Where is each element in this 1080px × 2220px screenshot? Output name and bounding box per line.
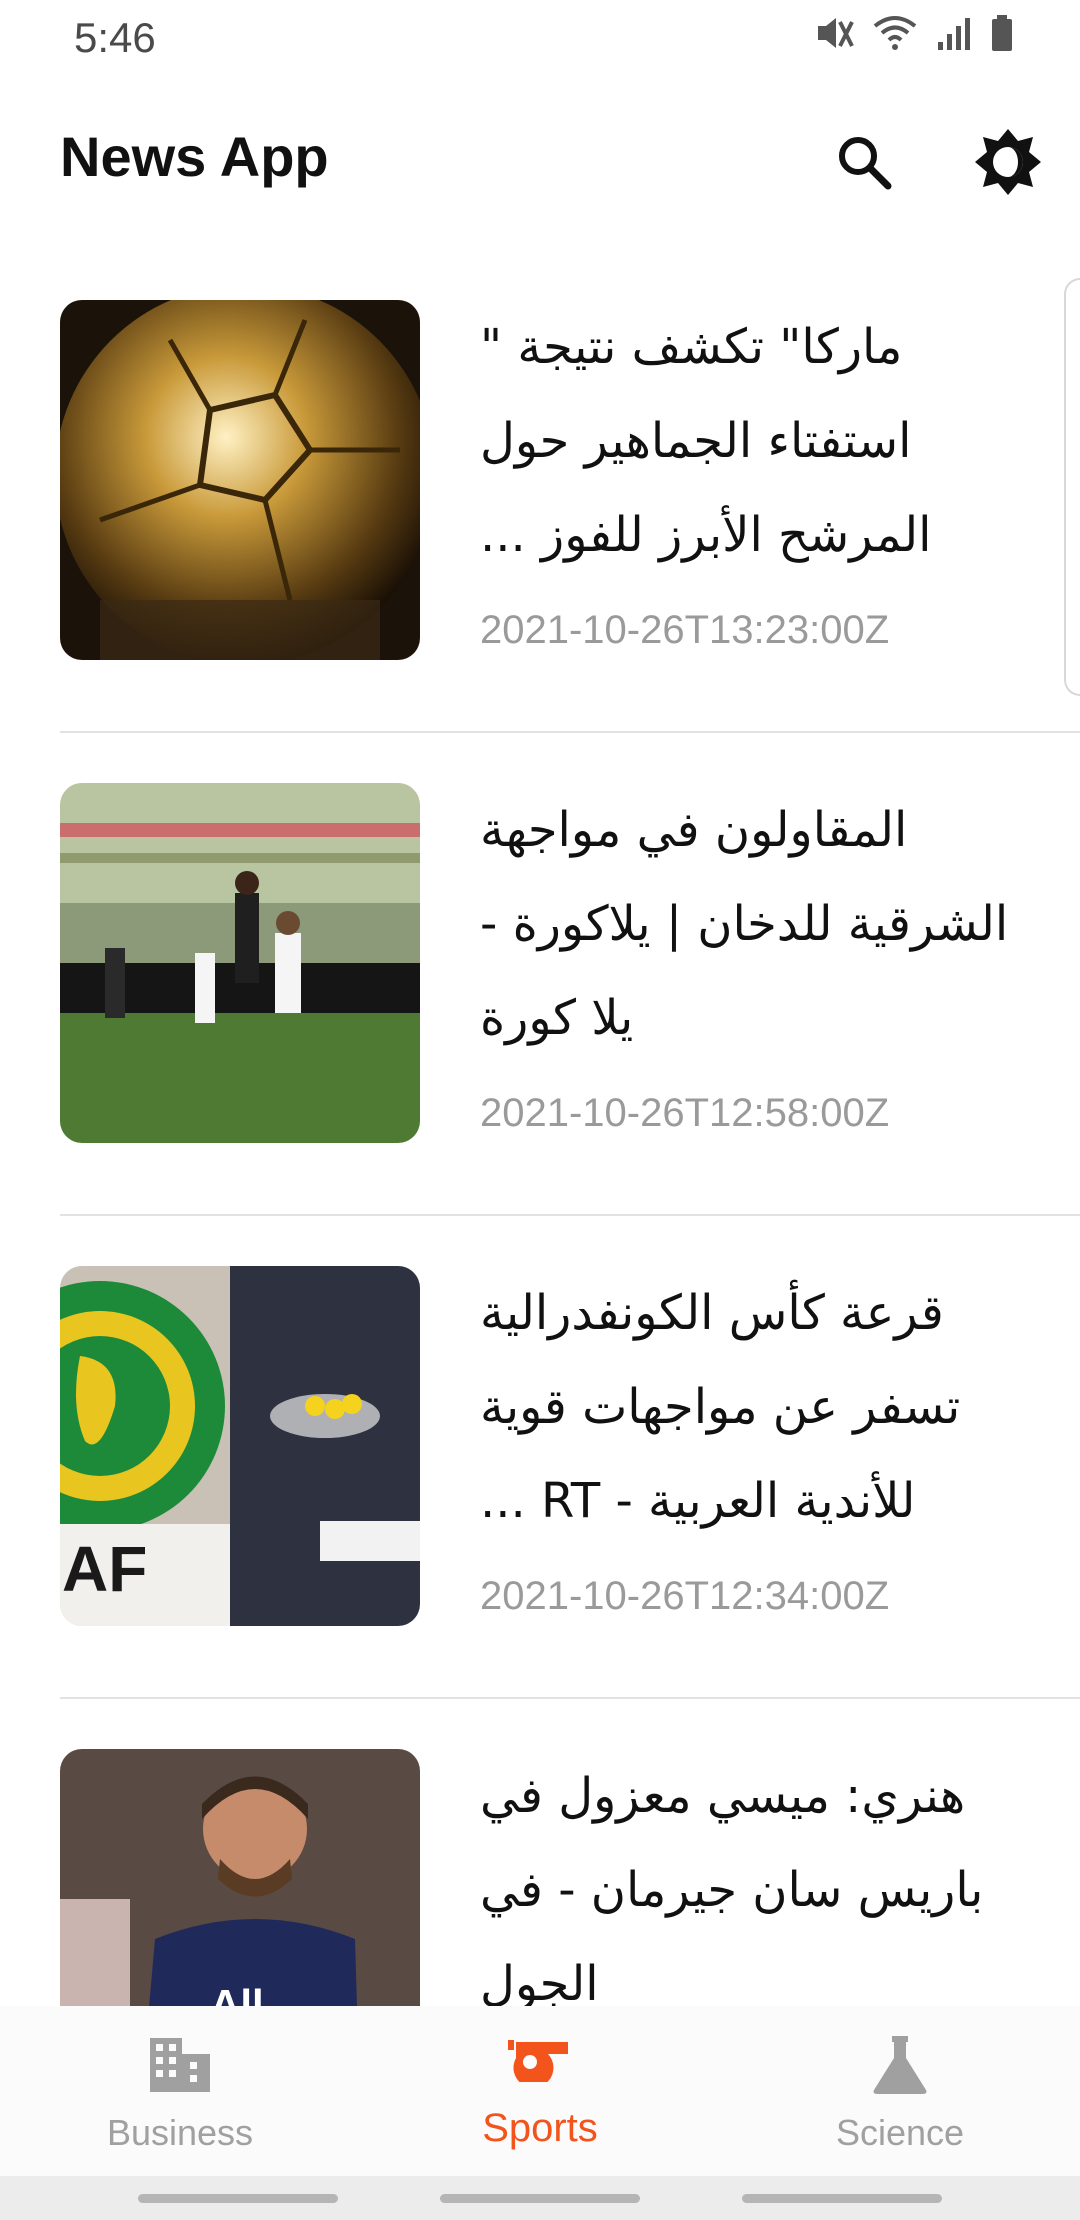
bottom-navigation: Business Sports Science xyxy=(0,2006,1080,2176)
news-thumbnail: All xyxy=(60,1749,420,2006)
nav-item-sports[interactable]: Sports xyxy=(360,2006,720,2176)
signal-icon xyxy=(938,18,970,50)
status-icons xyxy=(814,14,1014,52)
news-list[interactable]: ماركا" تكشف نتيجة " استفتاء الجماهير حول… xyxy=(0,250,1080,2006)
recents-gesture-pill[interactable] xyxy=(138,2194,338,2203)
nav-label: Science xyxy=(835,2112,965,2153)
search-icon xyxy=(839,137,892,190)
news-thumbnail xyxy=(60,300,420,660)
back-gesture-pill[interactable] xyxy=(742,2194,942,2203)
brightness-icon xyxy=(975,129,1041,195)
news-title: المقاولون في مواجهة الشرقية للدخان | يلا… xyxy=(480,802,1009,1046)
news-title: هنري: ميسي معزول في باريس سان جيرمان - ف… xyxy=(480,1768,984,2006)
news-title: قرعة كأس الكونفدرالية تسفر عن مواجهات قو… xyxy=(480,1285,961,1529)
news-item[interactable]: المقاولون في مواجهة الشرقية للدخان | يلا… xyxy=(0,733,1080,1216)
status-bar: 5:46 xyxy=(0,0,1080,76)
whistle-icon xyxy=(508,2040,568,2082)
business-icon xyxy=(150,2038,210,2092)
news-date: 2021-10-26T12:58:00Z xyxy=(480,1091,890,1135)
app-title: News App xyxy=(60,125,329,188)
battery-icon xyxy=(992,15,1012,51)
app-bar: News App xyxy=(0,96,1080,226)
news-title: ماركا" تكشف نتيجة " استفتاء الجماهير حول… xyxy=(480,319,932,563)
home-gesture-pill[interactable] xyxy=(440,2194,640,2203)
news-thumbnail xyxy=(60,783,420,1143)
mute-icon xyxy=(818,18,854,48)
system-navigation-bar xyxy=(0,2176,1080,2220)
news-date: 2021-10-26T12:34:00Z xyxy=(480,1574,890,1618)
news-item[interactable]: ماركا" تكشف نتيجة " استفتاء الجماهير حول… xyxy=(0,250,1080,733)
flask-icon xyxy=(873,2036,927,2094)
theme-toggle-button[interactable] xyxy=(960,114,1056,210)
news-thumbnail: AF xyxy=(60,1266,420,1626)
nav-label: Sports xyxy=(482,2106,598,2150)
news-item[interactable]: All هنري: ميسي معزول في باريس سان جيرمان… xyxy=(0,1699,1080,2006)
nav-item-business[interactable]: Business xyxy=(0,2006,360,2176)
status-time: 5:46 xyxy=(74,14,156,61)
news-date: 2021-10-26T13:23:00Z xyxy=(480,608,890,652)
svg-text:All: All xyxy=(210,1981,264,2006)
nav-label: Business xyxy=(106,2112,254,2153)
search-button[interactable] xyxy=(816,114,912,210)
wifi-icon xyxy=(873,16,917,50)
nav-item-science[interactable]: Science xyxy=(720,2006,1080,2176)
svg-text:AF: AF xyxy=(62,1533,147,1605)
news-item[interactable]: AF قرعة كأس الكونفدرالية تسفر عن مواجهات… xyxy=(0,1216,1080,1699)
